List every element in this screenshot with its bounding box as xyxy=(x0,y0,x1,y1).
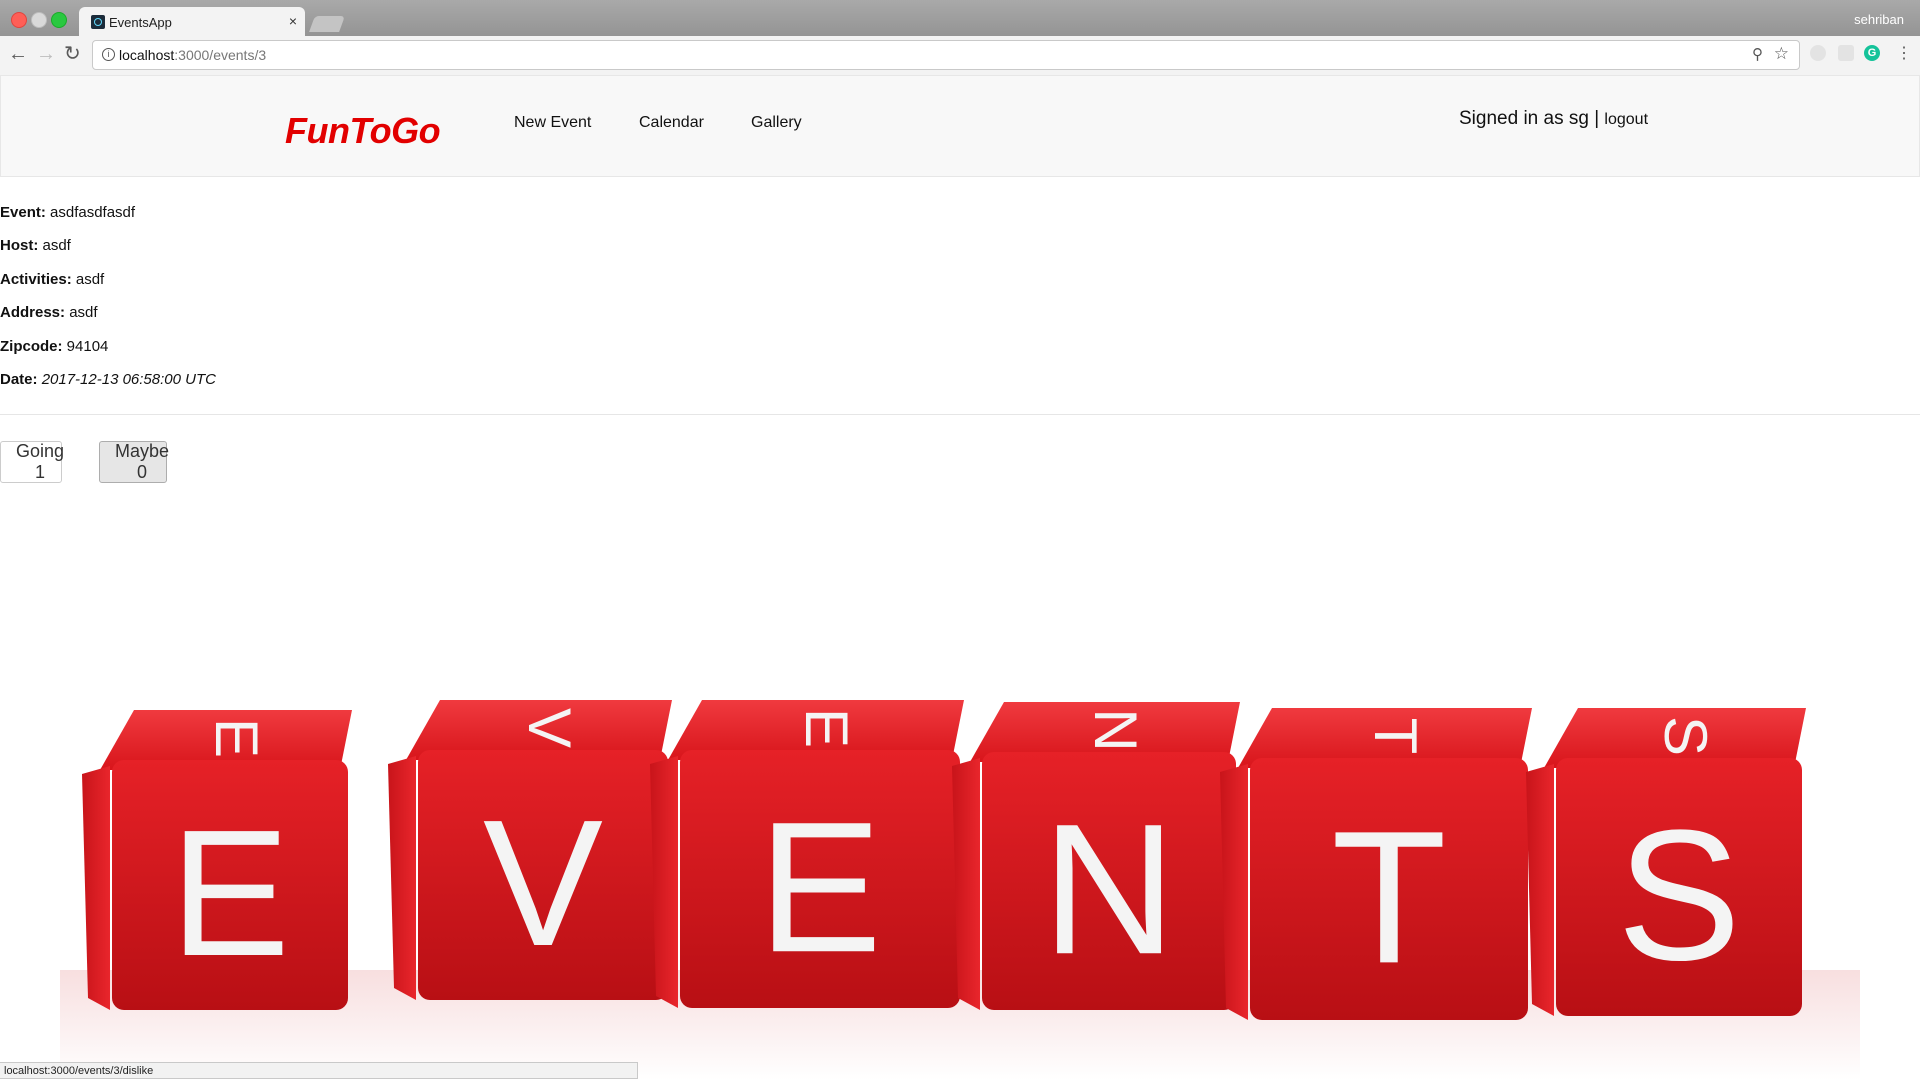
forward-arrow-icon[interactable]: → xyxy=(36,44,56,64)
event-address-row: Address: asdf xyxy=(0,303,216,323)
browser-titlebar: EventsApp × sehriban xyxy=(0,0,1920,36)
signed-in-text: Signed in as sg xyxy=(1459,108,1589,129)
cube-top-letter: N xyxy=(1082,708,1149,751)
brand-logo[interactable]: FunToGo xyxy=(285,110,441,152)
field-value: 94104 xyxy=(66,337,109,355)
status-bar-url: localhost:3000/events/3/dislike xyxy=(0,1062,638,1079)
maximize-window-button[interactable] xyxy=(51,12,67,28)
cube-letter: N xyxy=(1042,786,1176,993)
close-window-button[interactable] xyxy=(11,12,27,28)
field-label: Event: xyxy=(0,204,46,221)
new-tab-button[interactable] xyxy=(309,16,345,32)
url-host: localhost xyxy=(119,47,175,63)
site-navbar: FunToGo New Event Calendar Gallery Signe… xyxy=(0,75,1920,177)
nav-gallery-link[interactable]: Gallery xyxy=(751,114,802,132)
cube-top-letter: S xyxy=(1652,716,1719,756)
letter-cube: VV xyxy=(388,700,672,1000)
field-label: Host: xyxy=(0,237,39,255)
info-icon[interactable]: i xyxy=(102,48,115,61)
maybe-button[interactable]: Maybe 0 xyxy=(99,441,169,483)
extension-icon[interactable] xyxy=(1810,45,1826,61)
back-arrow-icon[interactable]: ← xyxy=(8,44,28,64)
browser-toolbar: ← → ↻ i localhost:3000/events/3 ⚲ ☆ G ⋮ xyxy=(0,36,1920,76)
url-path: :3000/events/3 xyxy=(174,47,267,63)
star-icon[interactable]: ☆ xyxy=(1774,44,1789,64)
minimize-window-button[interactable] xyxy=(31,12,47,28)
letter-cube: SS xyxy=(1526,708,1806,1016)
letter-cube: EE xyxy=(650,700,964,1008)
cube-top-letter: E xyxy=(793,708,860,748)
divider xyxy=(0,414,1920,415)
extension-icon[interactable] xyxy=(1838,45,1854,61)
browser-tab[interactable]: EventsApp × xyxy=(79,7,305,36)
event-name-row: Event: asdfasdfasdf xyxy=(0,203,216,223)
tab-title: EventsApp xyxy=(109,15,172,30)
field-value: asdfasdfasdf xyxy=(50,204,136,221)
events-cubes-image: EEVVEENNTTSS xyxy=(60,700,1860,1080)
cube-top-letter: V xyxy=(516,708,583,748)
going-button[interactable]: Going 1 xyxy=(0,441,64,483)
cube-letter: E xyxy=(170,793,290,994)
field-value: asdf xyxy=(75,270,105,288)
reload-icon[interactable]: ↻ xyxy=(64,44,81,64)
cube-letter: E xyxy=(758,784,882,991)
event-zipcode-row: Zipcode: 94104 xyxy=(0,337,216,357)
cube-top-letter: E xyxy=(203,718,270,758)
field-label: Address: xyxy=(0,304,66,322)
kebab-menu-icon[interactable]: ⋮ xyxy=(1896,43,1912,63)
letter-cube: TT xyxy=(1220,708,1532,1020)
separator: | xyxy=(1594,108,1600,129)
address-bar[interactable]: i localhost:3000/events/3 ⚲ ☆ xyxy=(92,40,1800,70)
field-value: asdf xyxy=(69,304,98,322)
event-host-row: Host: asdf xyxy=(0,236,216,256)
logout-link[interactable]: logout xyxy=(1604,111,1648,128)
nav-calendar-link[interactable]: Calendar xyxy=(639,114,704,132)
event-date-row: Date: 2017-12-13 06:58:00 UTC xyxy=(0,370,216,390)
url-text[interactable]: localhost:3000/events/3 xyxy=(119,47,266,63)
cube-letter: V xyxy=(483,783,603,984)
nav-new-event-link[interactable]: New Event xyxy=(514,114,591,132)
cube-letter: T xyxy=(1331,792,1446,1003)
letter-cube: EE xyxy=(82,710,352,1010)
react-favicon-icon xyxy=(91,15,105,29)
zoom-icon[interactable]: ⚲ xyxy=(1752,45,1763,63)
profile-name[interactable]: sehriban xyxy=(1854,12,1904,27)
event-activities-row: Activities: asdf xyxy=(0,270,216,290)
letter-cube: NN xyxy=(952,702,1240,1010)
field-label: Activities: xyxy=(0,270,72,288)
field-value: 2017-12-13 06:58:00 UTC xyxy=(41,370,216,388)
field-value: asdf xyxy=(42,237,71,255)
field-label: Zipcode: xyxy=(0,337,63,355)
signed-in-status: Signed in as sg | logout xyxy=(1459,108,1648,130)
cube-letter: S xyxy=(1617,792,1741,999)
event-details: Event: asdfasdfasdf Host: asdf Activitie… xyxy=(0,203,216,403)
field-label: Date: xyxy=(0,370,38,388)
cube-top-letter: T xyxy=(1362,718,1429,755)
tab-close-icon[interactable]: × xyxy=(289,13,297,29)
grammarly-icon[interactable]: G xyxy=(1864,45,1880,61)
